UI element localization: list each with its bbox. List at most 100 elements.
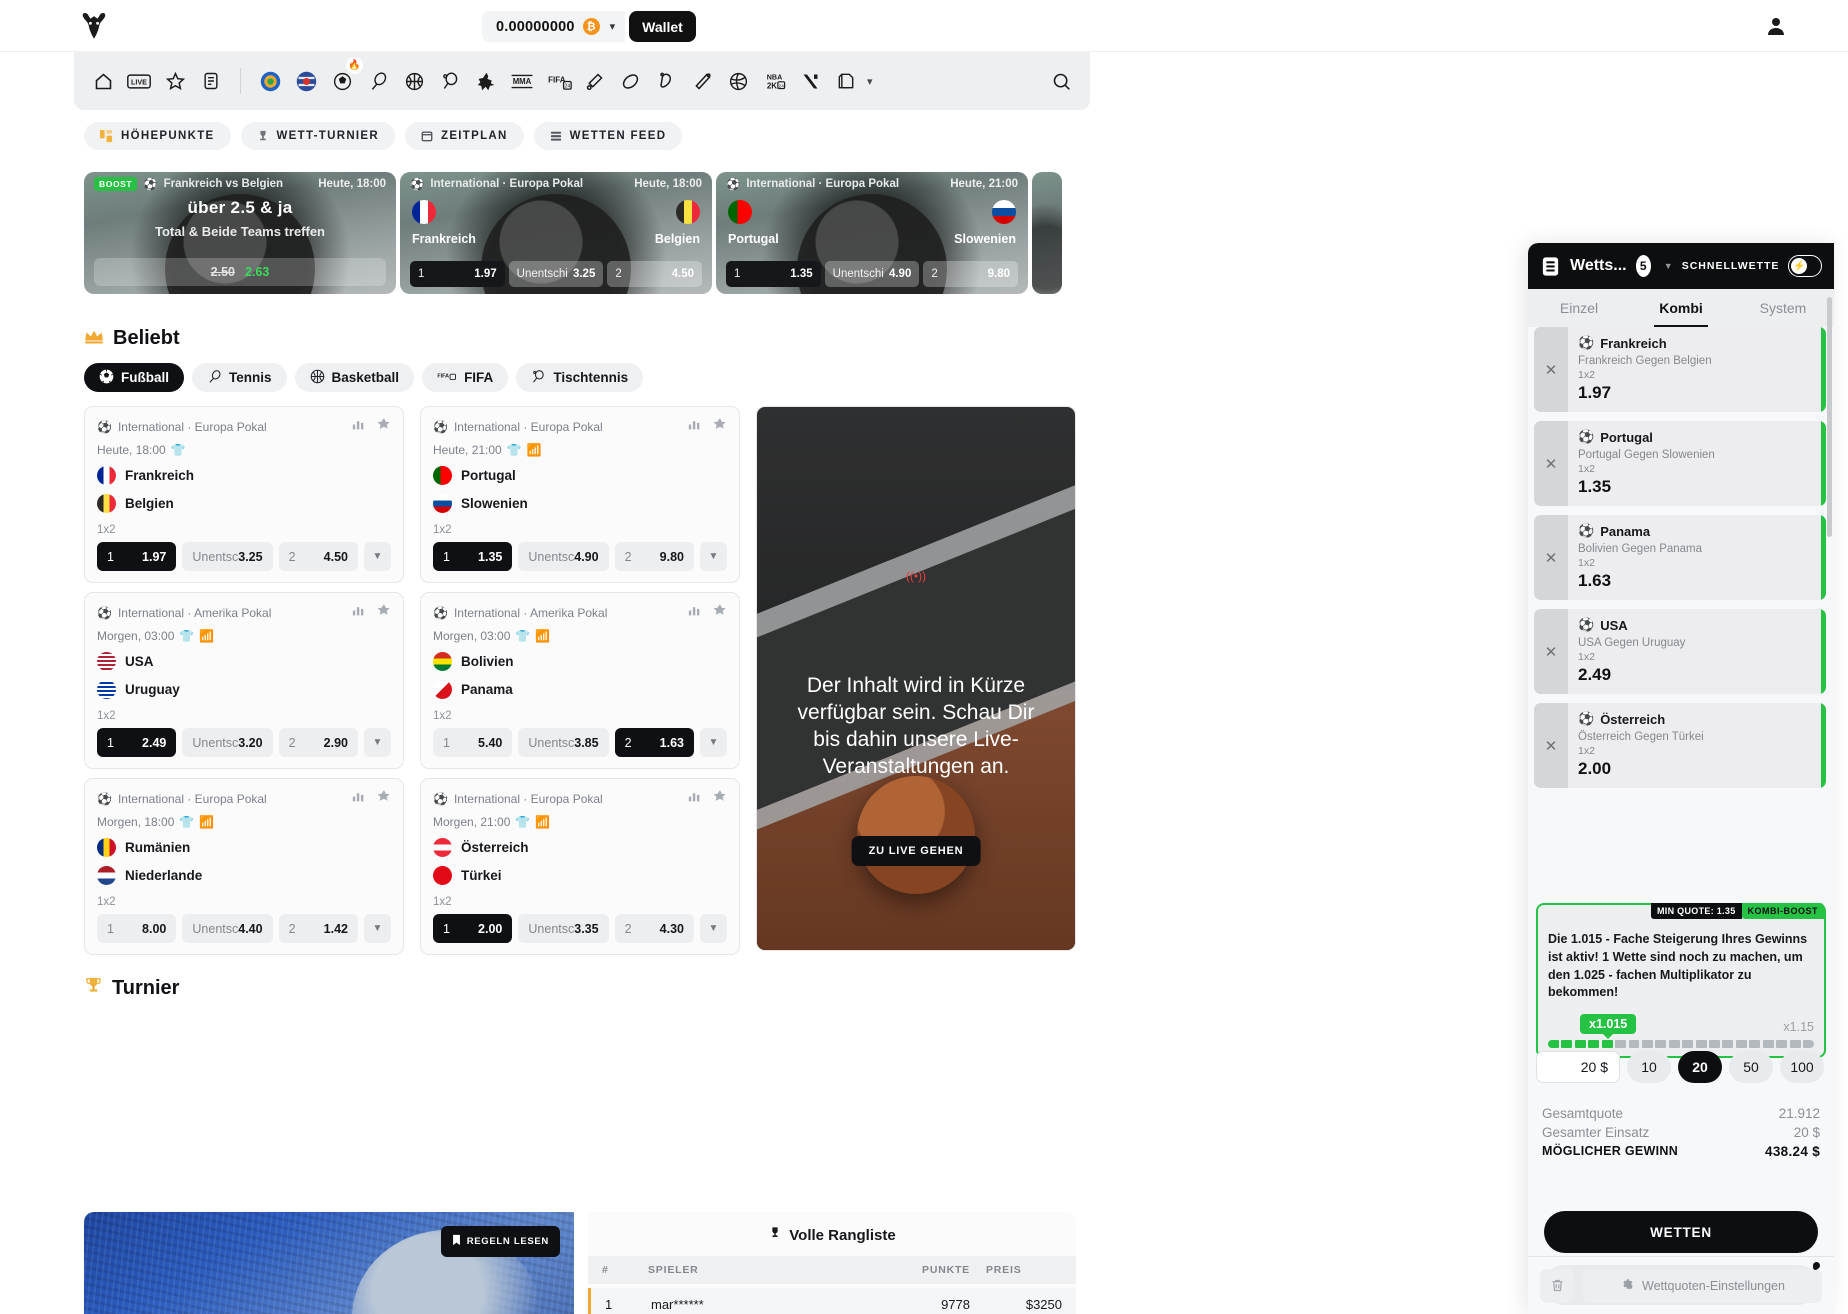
more-markets-button[interactable]: ▼ — [363, 728, 391, 757]
match-card[interactable]: ⚽ International · Europa Pokal Morgen, 2… — [420, 778, 740, 955]
odds-button-1[interactable]: 1 1.97 — [410, 261, 505, 287]
more-markets-button[interactable]: ▼ — [699, 728, 727, 757]
stake-quick-10[interactable]: 10 — [1627, 1051, 1671, 1083]
tab-kombi[interactable]: Kombi — [1630, 289, 1732, 327]
volleyball-icon[interactable] — [723, 66, 753, 96]
filter-wett-turnier[interactable]: WETT-TURNIER — [240, 122, 395, 150]
odds-button-2[interactable]: 2 4.50 — [607, 261, 703, 287]
tab-einzel[interactable]: Einzel — [1528, 289, 1630, 327]
odds-button-2[interactable]: 2 9.80 — [923, 261, 1019, 287]
odds-button-2[interactable]: 2 1.63 — [614, 728, 694, 757]
bet-item[interactable]: ✕ ⚽ Portugal Portugal Gegen Slowenien 1x… — [1534, 421, 1826, 506]
bet-item[interactable]: ✕ ⚽ USA USA Gegen Uruguay 1x2 2.49 — [1534, 609, 1826, 694]
euro-cup-icon[interactable] — [255, 66, 285, 96]
match-card[interactable]: ⚽ International · Europa Pokal Heute, 18… — [84, 406, 404, 583]
tennis-icon[interactable] — [363, 66, 393, 96]
read-rules-button[interactable]: REGELN LESEN — [440, 1226, 560, 1257]
odds-button-1[interactable]: 1 1.35 — [726, 261, 821, 287]
odds-button-1[interactable]: 1 8.00 — [97, 914, 177, 943]
highlight-card-match-2[interactable]: ⚽ International · Europa Pokal Heute, 21… — [716, 172, 1028, 294]
wallet-button[interactable]: Wallet — [629, 11, 696, 42]
stats-icon[interactable] — [352, 790, 365, 808]
sport-tab-basketball[interactable]: Basketball — [294, 363, 415, 392]
search-icon[interactable] — [1046, 66, 1076, 96]
remove-bet-icon[interactable]: ✕ — [1534, 609, 1568, 694]
usa-cup-icon[interactable] — [291, 66, 321, 96]
stats-icon[interactable] — [688, 790, 701, 808]
odds-button-x[interactable]: Unentsc 4.90 — [518, 542, 609, 571]
highlights-carousel[interactable]: BOOST ⚽ Frankreich vs Belgien Heute, 18:… — [84, 172, 1062, 294]
bet-list[interactable]: ✕ ⚽ Frankreich Frankreich Gegen Belgien … — [1528, 327, 1834, 896]
chevron-down-icon[interactable]: ▾ — [610, 20, 616, 33]
remove-bet-icon[interactable]: ✕ — [1534, 327, 1568, 412]
place-bet-button[interactable]: WETTEN — [1544, 1211, 1818, 1253]
highlight-card-partial[interactable] — [1032, 172, 1062, 294]
remove-bet-icon[interactable]: ✕ — [1534, 515, 1568, 600]
match-card[interactable]: ⚽ International · Europa Pokal Heute, 21… — [420, 406, 740, 583]
star-icon[interactable] — [713, 789, 727, 808]
odds-button-1[interactable]: 1 1.97 — [97, 542, 177, 571]
match-card[interactable]: ⚽ International · Amerika Pokal Morgen, … — [420, 592, 740, 769]
stats-icon[interactable] — [688, 604, 701, 622]
counterstrike-icon[interactable] — [471, 66, 501, 96]
trash-icon[interactable] — [1540, 1268, 1574, 1303]
mma-icon[interactable]: MMA — [507, 66, 537, 96]
remove-bet-icon[interactable]: ✕ — [1534, 703, 1568, 788]
stake-quick-100[interactable]: 100 — [1780, 1051, 1824, 1083]
bet-item[interactable]: ✕ ⚽ Frankreich Frankreich Gegen Belgien … — [1534, 327, 1826, 412]
odds-button-x[interactable]: Unentschi 4.90 — [824, 261, 920, 287]
boxing-icon[interactable] — [651, 66, 681, 96]
odds-button-1[interactable]: 1 1.35 — [433, 542, 513, 571]
turnier-banner[interactable]: REGELN LESEN — [84, 1212, 574, 1314]
bet-list-scrollbar[interactable] — [1827, 297, 1832, 537]
bet-slip-icon[interactable] — [196, 66, 226, 96]
chevron-down-icon[interactable]: ▼ — [1664, 261, 1673, 271]
site-logo[interactable] — [76, 8, 112, 44]
match-card[interactable]: ⚽ International · Amerika Pokal Morgen, … — [84, 592, 404, 769]
star-icon[interactable] — [160, 66, 190, 96]
sport-tab-tennis[interactable]: Tennis — [192, 363, 287, 392]
stats-icon[interactable] — [352, 418, 365, 436]
filter-wetten-feed[interactable]: WETTEN FEED — [533, 122, 683, 150]
boost-odds-button[interactable]: 2.50 2.63 — [94, 258, 386, 286]
stake-quick-50[interactable]: 50 — [1729, 1051, 1773, 1083]
star-icon[interactable] — [377, 789, 391, 808]
tab-system[interactable]: System — [1732, 289, 1834, 327]
odds-button-x[interactable]: Unentsc 3.25 — [182, 542, 273, 571]
odds-button-x[interactable]: Unentsc 3.20 — [182, 728, 273, 757]
go-live-button[interactable]: ZU LIVE GEHEN — [851, 836, 981, 866]
more-markets-button[interactable]: ▼ — [699, 542, 727, 571]
odds-button-x[interactable]: Unentsc 3.35 — [518, 914, 609, 943]
soccer-fire-icon[interactable]: 🔥 — [327, 57, 363, 96]
esports-icon[interactable] — [795, 66, 825, 96]
more-markets-button[interactable]: ▼ — [363, 542, 391, 571]
sport-tab-fussball[interactable]: Fußball — [84, 363, 184, 392]
more-sports-icon[interactable] — [831, 66, 861, 96]
more-markets-button[interactable]: ▼ — [363, 914, 391, 943]
odds-button-2[interactable]: 2 4.30 — [614, 914, 694, 943]
odds-button-2[interactable]: 2 4.50 — [278, 542, 358, 571]
match-card[interactable]: ⚽ International · Europa Pokal Morgen, 1… — [84, 778, 404, 955]
balance-pill[interactable]: 0.00000000 ₿ ▾ — [482, 11, 626, 42]
chevron-down-icon[interactable]: ▾ — [867, 75, 873, 88]
sport-tab-tischtennis[interactable]: Tischtennis — [516, 363, 644, 392]
odds-button-2[interactable]: 2 9.80 — [614, 542, 694, 571]
basketball-icon[interactable] — [399, 66, 429, 96]
odds-button-x[interactable]: Unentschi 3.25 — [508, 261, 604, 287]
filter-zeitplan[interactable]: ZEITPLAN — [405, 122, 524, 150]
live-icon[interactable]: LIVE — [124, 66, 154, 96]
table-row[interactable]: 1 mar****** 9778 $3250 — [588, 1288, 1076, 1314]
quick-bet-toggle[interactable]: ⚡ — [1788, 255, 1822, 277]
rugby-icon[interactable] — [615, 66, 645, 96]
more-markets-button[interactable]: ▼ — [699, 914, 727, 943]
stake-quick-20[interactable]: 20 — [1678, 1051, 1722, 1083]
bet-item[interactable]: ✕ ⚽ Österreich Österreich Gegen Türkei 1… — [1534, 703, 1826, 788]
stake-input[interactable]: 20 $ — [1536, 1051, 1620, 1083]
baseball-icon[interactable] — [687, 66, 717, 96]
table-tennis-icon[interactable] — [435, 66, 465, 96]
star-icon[interactable] — [713, 417, 727, 436]
balance-area[interactable]: 0.00000000 ₿ ▾ Wallet — [482, 11, 696, 42]
stats-icon[interactable] — [352, 604, 365, 622]
odds-button-1[interactable]: 1 2.00 — [433, 914, 513, 943]
odds-button-1[interactable]: 1 5.40 — [433, 728, 513, 757]
